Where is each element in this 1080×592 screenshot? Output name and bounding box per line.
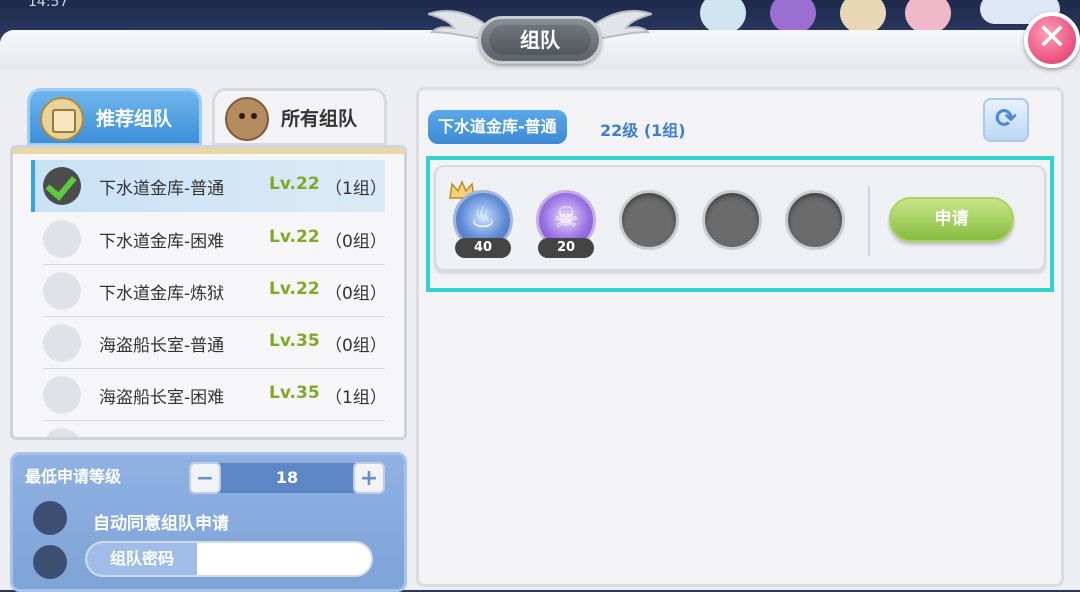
min-level-value: 18 [275, 468, 299, 487]
avatar-icon [770, 0, 816, 34]
dungeon-level: Lv.22 [269, 227, 320, 247]
apply-button[interactable]: 申请 [889, 197, 1014, 242]
list-item[interactable]: 海盗船长室-普通 Lv.35 （0组） [35, 317, 387, 369]
dungeon-name: 海盗船长室-普通 [99, 336, 225, 356]
list-item[interactable]: 下水道金库-普通 Lv.22 （1组） [31, 160, 387, 212]
radio-circle-icon [43, 220, 81, 258]
empty-member-slot [702, 190, 762, 250]
min-level-stepper[interactable]: − 18 + [189, 462, 385, 494]
close-icon: ✕ [1036, 17, 1068, 58]
tab-all-teams[interactable]: 所有组队 [212, 88, 387, 146]
scroll-icon [40, 97, 84, 141]
dungeon-list[interactable]: 下水道金库-普通 Lv.22 （1组） 下水道金库-困难 Lv.22 （0组） … [10, 145, 407, 440]
team-count: （1组） [325, 388, 387, 408]
skull-class-icon: ☠ [553, 201, 579, 234]
title-plaque: 组队 [478, 16, 602, 64]
tab-label: 推荐组队 [96, 108, 173, 130]
list-item[interactable]: 下水道金库-炼狱 Lv.22 （0组） [35, 265, 387, 317]
creature-icon [225, 97, 269, 141]
increase-button[interactable]: + [353, 462, 385, 494]
selected-dungeon-title: 下水道金库-普通 [428, 110, 567, 144]
list-item[interactable]: 海盗船长室-困难 Lv.35 （1组） [35, 369, 387, 421]
close-button[interactable]: ✕ [1024, 12, 1080, 68]
window-title: 组队 [489, 25, 591, 55]
dungeon-name: 下水道金库-困难 [99, 232, 225, 252]
radio-circle-icon [43, 324, 81, 362]
team-count: （0组） [325, 284, 387, 304]
radio-circle-icon [43, 428, 81, 437]
team-settings-panel: 最低申请等级 − 18 + 自动同意组队申请 组队密码 [10, 452, 407, 592]
dungeon-name: 下水道金库-普通 [99, 179, 225, 199]
tab-label: 所有组队 [281, 108, 358, 130]
list-item-partial[interactable] [35, 421, 385, 437]
avatar-icon [905, 0, 951, 34]
empty-member-slot [785, 190, 845, 250]
avatar-icon [840, 0, 886, 34]
member-level-badge: 20 [538, 238, 594, 258]
auto-accept-label: 自动同意组队申请 [93, 514, 229, 534]
dungeon-name: 下水道金库-炼狱 [99, 284, 225, 304]
radio-circle-icon [43, 272, 81, 310]
refresh-icon: ⟳ [995, 104, 1017, 134]
radio-circle-icon [43, 376, 81, 414]
password-toggle[interactable] [33, 545, 67, 579]
list-item[interactable]: 下水道金库-困难 Lv.22 （0组） [35, 213, 387, 265]
team-count: （1组） [325, 179, 387, 199]
mage-class-icon: ♨ [470, 201, 496, 234]
password-label: 组队密码 [87, 543, 197, 575]
dungeon-level: Lv.22 [269, 174, 320, 194]
dungeon-info: 22级 (1组) [600, 121, 686, 140]
team-count: （0组） [325, 336, 387, 356]
dungeon-level: Lv.35 [269, 331, 320, 351]
avatar-icon [700, 0, 746, 34]
checkmark-icon [43, 167, 81, 205]
tab-recommended-teams[interactable]: 推荐组队 [27, 88, 202, 146]
dungeon-level: Lv.22 [269, 279, 320, 299]
auto-accept-toggle[interactable] [33, 501, 67, 535]
team-count: （0组） [325, 232, 387, 252]
refresh-button[interactable]: ⟳ [983, 98, 1029, 142]
member-level-badge: 40 [455, 238, 511, 258]
decrease-button[interactable]: − [189, 462, 221, 494]
team-password-field[interactable]: 组队密码 [85, 541, 373, 577]
dungeon-name: 海盗船长室-困难 [99, 388, 225, 408]
empty-member-slot [619, 190, 679, 250]
min-level-label: 最低申请等级 [25, 467, 122, 486]
clock-text: 14:57 [28, 0, 69, 10]
dungeon-level: Lv.35 [269, 383, 320, 403]
card-divider [868, 186, 870, 256]
